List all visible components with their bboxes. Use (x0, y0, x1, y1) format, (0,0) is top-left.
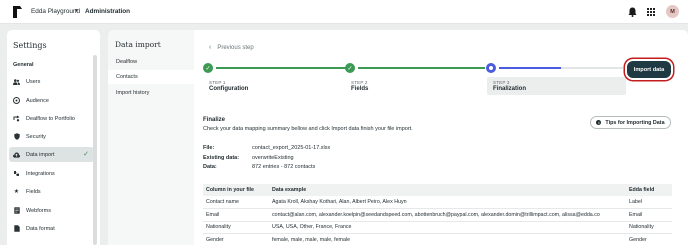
sidebar-item-label: Webforms (26, 207, 51, 214)
top-bar: Edda Playground ▼ Administration M (0, 0, 688, 24)
meta-value: 872 entries - 872 contacts (252, 164, 316, 170)
chevron-down-icon[interactable]: ▼ (74, 8, 79, 14)
edda-logo-icon[interactable] (13, 6, 22, 18)
meta-key: File: (203, 145, 215, 151)
mapping-table: Column in your file Data example Edda fi… (203, 184, 672, 245)
table-row: Nationality USA, USA, Other, France, Fra… (203, 221, 672, 235)
stepper: ✓ ✓ STEP 1 Configuration STEP 2 Fields S… (202, 60, 688, 95)
previous-step-label: Previous step (217, 44, 254, 51)
sidebar-item-integrations[interactable]: Integrations (9, 166, 94, 181)
finalize-description: Check your data mapping summary bellow a… (203, 126, 413, 132)
sidebar-item-label: Data format (26, 225, 55, 232)
step-1-check-icon: ✓ (203, 63, 213, 73)
settings-title: Settings (13, 41, 47, 50)
step-1-name: Configuration (209, 86, 249, 92)
page-title: Administration (85, 8, 131, 15)
sidebar-item-data-import[interactable]: Data import ✓ (9, 147, 94, 162)
table-row: Email contact@alan.com, alexander.koelpi… (203, 208, 672, 222)
previous-step-link[interactable]: ‹ Previous step (209, 44, 254, 51)
table-header-row: Column in your file Data example Edda fi… (203, 184, 672, 196)
meta-value: contact_export_2025-01-17.xlsx (252, 145, 331, 151)
apps-grid-icon[interactable] (647, 8, 655, 16)
sidebar-item-security[interactable]: Security (9, 129, 94, 144)
step-2-number: STEP 2 (351, 80, 368, 85)
settings-group-general: General (13, 62, 34, 68)
audience-icon (13, 97, 20, 104)
sidebar-item-webforms[interactable]: Webforms (9, 203, 94, 218)
users-icon (13, 78, 20, 85)
sidebar-item-label: Users (26, 78, 41, 85)
tips-button-label: Tips for Importing Data (605, 119, 665, 126)
meta-key: Data: (203, 164, 217, 170)
sidebar-item-label: Fields (26, 188, 41, 195)
settings-sidebar: Settings General Users Audience Dealflow… (7, 30, 100, 245)
step-connector (216, 67, 347, 69)
step-2-name: Fields (351, 86, 369, 92)
step-3-number: STEP 3 (493, 80, 510, 85)
table-cell: Email (626, 208, 672, 222)
shield-icon (13, 133, 20, 140)
main-panel: ‹ Previous step ✓ ✓ STEP 1 Configuration… (194, 30, 688, 245)
table-cell: Gender (203, 233, 269, 245)
import-data-button[interactable]: Import data (627, 61, 671, 78)
bell-icon[interactable] (628, 7, 637, 17)
sidebar-item-data-format[interactable]: Data format (9, 221, 94, 236)
meta-value: overwriteExisting (252, 155, 294, 161)
sidebar-item-label: Security (26, 133, 46, 140)
step-3-current-icon (486, 63, 496, 73)
sidebar-item-dealflow-to-portfolio[interactable]: Dealflow to Portfolio (9, 111, 94, 126)
star-icon: ★ (13, 189, 20, 195)
table-cell: female, male, male, male, female (269, 233, 626, 245)
tips-button[interactable]: i Tips for Importing Data (590, 116, 671, 129)
info-icon: i (596, 120, 602, 125)
step-1-number: STEP 1 (209, 80, 226, 85)
chevron-left-icon: ‹ (209, 44, 212, 51)
table-cell: Nationality (626, 221, 672, 235)
column-header: Edda field (626, 184, 672, 196)
table-row: Contact name Agata Kroll, Akshay Kothari… (203, 196, 672, 210)
avatar[interactable]: M (666, 5, 679, 18)
table-cell: contact@alan.com, alexander.koelpin@seed… (269, 208, 626, 222)
subnav-item-dealflow[interactable]: Dealflow (108, 55, 194, 69)
sidebar-item-label: Integrations (26, 170, 55, 177)
step-2-check-icon: ✓ (345, 63, 355, 73)
cloud-upload-icon (13, 151, 20, 158)
sidebar-item-label: Audience (26, 97, 49, 104)
table-cell: Contact name (203, 196, 269, 210)
table-cell: Nationality (203, 221, 269, 235)
table-cell: Email (203, 208, 269, 222)
subnav-item-contacts[interactable]: Contacts (108, 70, 194, 84)
workspace-name[interactable]: Edda Playground (31, 8, 80, 15)
sidebar-item-users[interactable]: Users (9, 74, 94, 89)
form-icon (13, 207, 20, 214)
table-cell: Label (626, 196, 672, 210)
sidebar-item-fields[interactable]: ★ Fields (9, 184, 94, 199)
data-import-subnav: Data import Dealflow Contacts Import his… (108, 30, 194, 245)
sidebar-scrollbar[interactable] (93, 55, 97, 245)
table-cell: Agata Kroll, Akshay Kothari, Alan, Alber… (269, 196, 626, 210)
meta-key: Existing data: (203, 155, 240, 161)
column-header: Data example (269, 184, 626, 196)
flow-icon (13, 115, 20, 122)
finalize-title: Finalize (203, 117, 226, 123)
step-connector (358, 67, 485, 69)
table-cell: USA, USA, Other, France, France (269, 221, 626, 235)
step-progress-remaining (561, 67, 623, 69)
sidebar-item-audience[interactable]: Audience (9, 93, 94, 108)
table-cell: Gender (626, 233, 672, 245)
table-row: Gender female, male, male, male, female … (203, 233, 672, 245)
sidebar-item-label: Dealflow to Portfolio (26, 115, 75, 122)
subnav-item-import-history[interactable]: Import history (108, 86, 194, 100)
step-3-name: Finalization (493, 86, 526, 92)
subnav-title: Data import (115, 40, 161, 49)
sidebar-item-label: Data import (26, 151, 55, 158)
column-header: Column in your file (203, 184, 269, 196)
integrations-icon (13, 170, 20, 177)
step-progress (499, 67, 561, 69)
check-icon: ✓ (83, 151, 89, 158)
document-icon (13, 225, 20, 232)
